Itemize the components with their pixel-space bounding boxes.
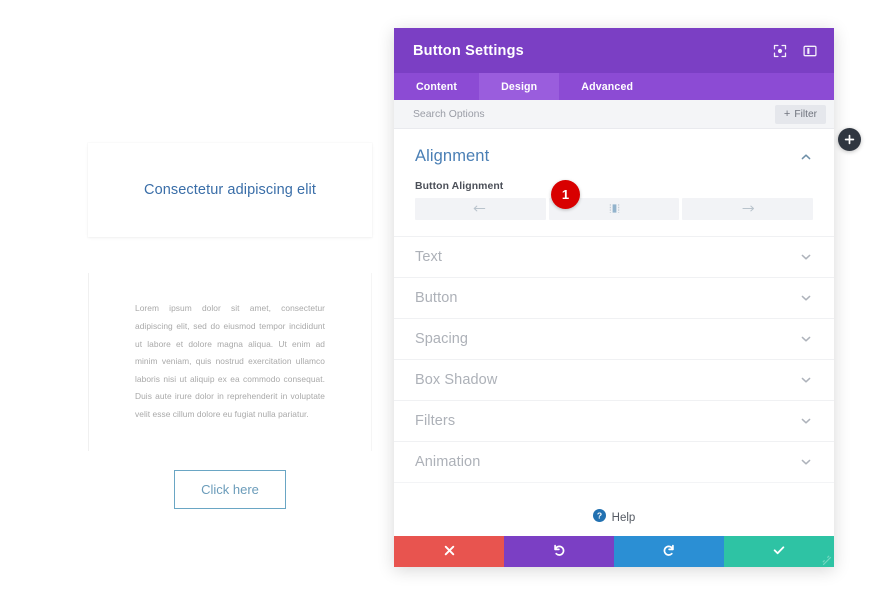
align-center-icon — [606, 202, 623, 217]
section-animation-label: Animation — [415, 454, 481, 470]
fullscreen-icon[interactable] — [772, 43, 787, 58]
panel-footer — [394, 536, 834, 567]
section-spacing-label: Spacing — [415, 331, 469, 347]
chevron-down-icon[interactable] — [799, 250, 813, 264]
button-alignment-control — [394, 198, 834, 220]
preview-text-card: Lorem ipsum dolor sit amet, consectetur … — [88, 273, 372, 451]
preview-button-container: Click here — [88, 470, 372, 509]
add-module-button[interactable] — [838, 128, 861, 151]
page-preview-area: Consectetur adipiscing elit Lorem ipsum … — [0, 0, 394, 603]
panel-tabs: Content Design Advanced — [394, 73, 834, 100]
check-icon — [772, 543, 786, 560]
section-text-label: Text — [415, 249, 442, 265]
filter-button-label: Filter — [794, 108, 817, 120]
section-filters[interactable]: Filters — [394, 400, 834, 441]
redo-button[interactable] — [614, 536, 724, 567]
undo-button[interactable] — [504, 536, 614, 567]
tab-advanced[interactable]: Advanced — [559, 73, 655, 100]
layout-toggle-icon[interactable] — [802, 43, 817, 58]
chevron-down-icon[interactable] — [799, 291, 813, 305]
close-icon — [443, 544, 456, 560]
section-button-label: Button — [415, 290, 458, 306]
chevron-down-icon[interactable] — [799, 332, 813, 346]
filter-button[interactable]: + Filter — [774, 104, 826, 124]
plus-icon — [844, 134, 855, 145]
svg-text:?: ? — [597, 511, 602, 521]
align-left-icon — [472, 202, 489, 217]
section-alignment: Alignment Button Alignment — [394, 129, 834, 236]
section-box-shadow[interactable]: Box Shadow — [394, 359, 834, 400]
resize-handle[interactable] — [819, 553, 832, 566]
help-label: Help — [611, 512, 636, 524]
tab-design[interactable]: Design — [479, 73, 560, 100]
chevron-down-icon[interactable] — [799, 373, 813, 387]
chevron-down-icon[interactable] — [799, 414, 813, 428]
search-options-bar: + Filter — [394, 100, 834, 129]
cancel-button[interactable] — [394, 536, 504, 567]
section-alignment-title: Alignment — [415, 147, 490, 165]
help-row[interactable]: ? Help — [394, 482, 834, 536]
save-button[interactable] — [724, 536, 834, 567]
search-options-input[interactable] — [413, 108, 775, 120]
panel-title: Button Settings — [413, 42, 524, 59]
redo-icon — [662, 543, 676, 560]
chevron-up-icon[interactable] — [799, 150, 813, 164]
plus-icon: + — [783, 107, 791, 120]
section-box-shadow-label: Box Shadow — [415, 372, 498, 388]
button-settings-panel: Button Settings Content Design Advanced … — [394, 28, 834, 567]
section-button[interactable]: Button — [394, 277, 834, 318]
section-animation[interactable]: Animation — [394, 441, 834, 482]
section-filters-label: Filters — [415, 413, 456, 429]
align-left-button[interactable] — [415, 198, 546, 220]
align-right-button[interactable] — [682, 198, 814, 220]
preview-heading-card: Consectetur adipiscing elit — [88, 143, 372, 237]
panel-body: Alignment Button Alignment Text Button S… — [394, 129, 834, 536]
preview-heading-text: Consectetur adipiscing elit — [144, 182, 316, 198]
preview-click-here-button[interactable]: Click here — [174, 470, 286, 509]
panel-header-icons — [772, 43, 817, 58]
tab-content[interactable]: Content — [394, 73, 479, 100]
button-alignment-label: Button Alignment — [415, 181, 504, 192]
chevron-down-icon[interactable] — [799, 455, 813, 469]
undo-icon — [552, 543, 566, 560]
help-icon: ? — [592, 509, 606, 527]
align-right-icon — [739, 202, 756, 217]
preview-paragraph-text: Lorem ipsum dolor sit amet, consectetur … — [135, 303, 325, 420]
step-badge-1: 1 — [551, 180, 580, 209]
app-root: Consectetur adipiscing elit Lorem ipsum … — [0, 0, 880, 603]
section-alignment-header[interactable]: Alignment — [394, 129, 834, 172]
section-text[interactable]: Text — [394, 236, 834, 277]
section-spacing[interactable]: Spacing — [394, 318, 834, 359]
panel-header: Button Settings — [394, 28, 834, 73]
